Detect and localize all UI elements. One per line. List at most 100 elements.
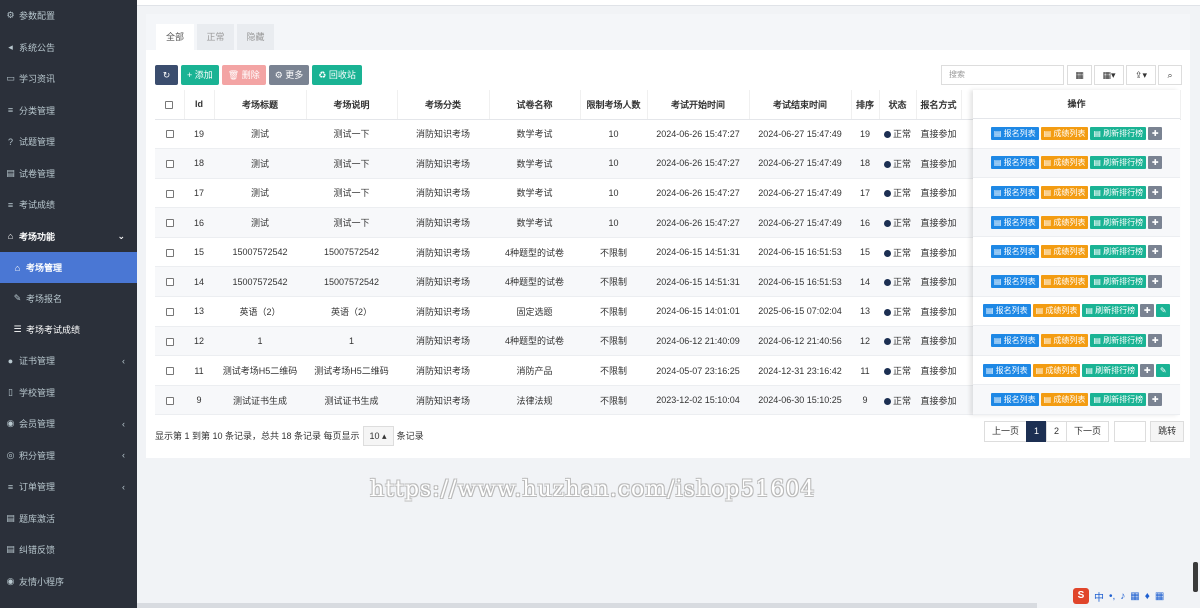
row-checkbox-cell[interactable] — [155, 266, 184, 298]
sidebar-subitem-2[interactable]: ☰ 考场考试成绩 — [0, 314, 137, 345]
signup-list-button[interactable]: ▤ 报名列表 — [990, 126, 1039, 140]
search-input[interactable]: 搜索 — [941, 65, 1064, 85]
signup-list-button[interactable]: ▤ 报名列表 — [990, 333, 1039, 347]
row-checkbox-cell[interactable] — [155, 326, 184, 357]
score-list-button[interactable]: ▤ 成绩列表 — [1040, 126, 1089, 140]
row-checkbox-cell[interactable] — [155, 148, 184, 179]
refresh-ranking-button[interactable]: ▤ 刷新排行榜 — [1090, 333, 1147, 347]
more-actions-button[interactable]: ✚ — [1148, 333, 1163, 347]
tab-all[interactable]: 全部 — [156, 24, 194, 50]
signup-list-button[interactable]: ▤ 报名列表 — [990, 185, 1039, 199]
row-checkbox[interactable] — [165, 219, 174, 228]
refresh-ranking-button[interactable]: ▤ 刷新排行榜 — [1090, 185, 1147, 199]
tab-hidden[interactable]: 隐藏 — [237, 24, 274, 50]
edit-button[interactable]: ✎ — [1156, 304, 1171, 318]
signup-list-button[interactable]: ▤ 报名列表 — [990, 215, 1039, 229]
more-actions-button[interactable]: ✚ — [1148, 245, 1163, 259]
ime-logo-icon[interactable]: S — [1073, 588, 1089, 604]
sidebar-item-after-7[interactable]: ◉ 友情小程序 — [0, 566, 137, 598]
score-list-button[interactable]: ▤ 成绩列表 — [1040, 274, 1089, 288]
more-button[interactable]: ⚙ 更多 — [268, 65, 310, 85]
sidebar-item-after-0[interactable]: ● 证书管理 ‹ — [0, 345, 137, 377]
sidebar-item-3[interactable]: ≡ 分类管理 — [0, 95, 137, 127]
refresh-button[interactable]: ↻ — [155, 65, 178, 85]
refresh-ranking-button[interactable]: ▤ 刷新排行榜 — [1090, 274, 1147, 288]
sidebar-subitem-0[interactable]: ⌂ 考场管理 — [0, 252, 137, 283]
sidebar-item-4[interactable]: ? 试题管理 — [0, 126, 137, 158]
sidebar-subitem-1[interactable]: ✎ 考场报名 — [0, 283, 137, 314]
sidebar-item-6[interactable]: ≡ 考试成绩 — [0, 189, 137, 221]
jump-page-input[interactable] — [1114, 421, 1147, 442]
tab-normal[interactable]: 正常 — [197, 24, 234, 50]
sidebar-item-2[interactable]: ▭ 学习资讯 — [0, 63, 137, 95]
more-actions-button[interactable]: ✚ — [1140, 363, 1155, 377]
prev-page-button[interactable]: 上一页 — [984, 421, 1028, 442]
more-actions-button[interactable]: ✚ — [1148, 126, 1163, 140]
scrollbar-thumb[interactable] — [1193, 562, 1198, 592]
signup-list-button[interactable]: ▤ 报名列表 — [990, 274, 1039, 288]
score-list-button[interactable]: ▤ 成绩列表 — [1032, 363, 1081, 377]
add-button[interactable]: + 添加 — [181, 65, 219, 85]
sidebar-item-after-3[interactable]: ◎ 积分管理 ‹ — [0, 440, 137, 472]
refresh-ranking-button[interactable]: ▤ 刷新排行榜 — [1090, 215, 1147, 229]
more-actions-button[interactable]: ✚ — [1148, 274, 1163, 288]
signup-list-button[interactable]: ▤ 报名列表 — [982, 304, 1031, 318]
score-list-button[interactable]: ▤ 成绩列表 — [1040, 185, 1089, 199]
refresh-ranking-button[interactable]: ▤ 刷新排行榜 — [1082, 363, 1139, 377]
row-checkbox[interactable] — [165, 278, 174, 287]
next-page-button[interactable]: 下一页 — [1066, 421, 1110, 442]
ime-chinese-label[interactable]: 中 — [1094, 589, 1104, 604]
row-checkbox[interactable] — [165, 307, 174, 316]
signup-list-button[interactable]: ▤ 报名列表 — [990, 156, 1039, 170]
row-checkbox[interactable] — [165, 248, 174, 257]
row-checkbox[interactable] — [165, 396, 174, 405]
refresh-ranking-button[interactable]: ▤ 刷新排行榜 — [1090, 126, 1147, 140]
score-list-button[interactable]: ▤ 成绩列表 — [1040, 245, 1089, 259]
row-checkbox-cell[interactable] — [155, 237, 184, 268]
row-checkbox-cell[interactable] — [155, 355, 184, 386]
score-list-button[interactable]: ▤ 成绩列表 — [1032, 304, 1081, 318]
sidebar-item-5[interactable]: ▤ 试卷管理 — [0, 158, 137, 190]
row-checkbox-cell[interactable] — [155, 385, 184, 416]
refresh-ranking-button[interactable]: ▤ 刷新排行榜 — [1090, 245, 1147, 259]
row-checkbox[interactable] — [165, 189, 174, 198]
score-list-button[interactable]: ▤ 成绩列表 — [1040, 215, 1089, 229]
jump-button[interactable]: 跳转 — [1150, 421, 1185, 442]
more-actions-button[interactable]: ✚ — [1148, 393, 1163, 407]
select-all-checkbox[interactable] — [155, 90, 185, 120]
more-actions-button[interactable]: ✚ — [1148, 215, 1163, 229]
recycle-bin-button[interactable]: ♻ 回收站 — [312, 65, 362, 85]
sidebar-item-after-6[interactable]: ▤ 纠错反馈 — [0, 534, 137, 566]
signup-list-button[interactable]: ▤ 报名列表 — [990, 393, 1039, 407]
toggle-view-button[interactable]: ▦ — [1067, 65, 1092, 85]
more-actions-button[interactable]: ✚ — [1140, 304, 1155, 318]
delete-button[interactable]: 🗑 删除 — [221, 65, 266, 85]
row-checkbox-cell[interactable] — [155, 178, 184, 209]
score-list-button[interactable]: ▤ 成绩列表 — [1040, 393, 1089, 407]
score-list-button[interactable]: ▤ 成绩列表 — [1040, 333, 1089, 347]
sidebar-item-after-5[interactable]: ▤ 题库激活 — [0, 503, 137, 535]
page-1-button[interactable]: 1 — [1026, 421, 1048, 442]
row-checkbox[interactable] — [165, 160, 174, 169]
sidebar-item-after-2[interactable]: ◉ 会员管理 ‹ — [0, 408, 137, 440]
more-actions-button[interactable]: ✚ — [1148, 185, 1163, 199]
sidebar-item-after-1[interactable]: ▯ 学校管理 — [0, 377, 137, 409]
sidebar-item-7[interactable]: ⌂ 考场功能 ⌄ — [0, 221, 137, 253]
signup-list-button[interactable]: ▤ 报名列表 — [990, 245, 1039, 259]
columns-button[interactable]: ▦▾ — [1094, 65, 1124, 85]
page-size-select[interactable]: 10 ▴ — [362, 426, 394, 446]
export-button[interactable]: ⇪▾ — [1126, 65, 1156, 85]
row-checkbox-cell[interactable] — [155, 296, 184, 327]
row-checkbox-cell[interactable] — [155, 207, 184, 238]
refresh-ranking-button[interactable]: ▤ 刷新排行榜 — [1082, 304, 1139, 318]
page-2-button[interactable]: 2 — [1046, 421, 1068, 442]
sidebar-item-1[interactable]: ◂ 系统公告 — [0, 32, 137, 64]
row-checkbox[interactable] — [165, 337, 174, 346]
edit-button[interactable]: ✎ — [1156, 363, 1171, 377]
sidebar-item-0[interactable]: ⚙ 参数配置 — [0, 0, 137, 32]
row-checkbox-cell[interactable] — [155, 119, 184, 150]
refresh-ranking-button[interactable]: ▤ 刷新排行榜 — [1090, 156, 1147, 170]
row-checkbox[interactable] — [165, 367, 174, 376]
score-list-button[interactable]: ▤ 成绩列表 — [1040, 156, 1089, 170]
sidebar-item-after-4[interactable]: ≡ 订单管理 ‹ — [0, 471, 137, 503]
